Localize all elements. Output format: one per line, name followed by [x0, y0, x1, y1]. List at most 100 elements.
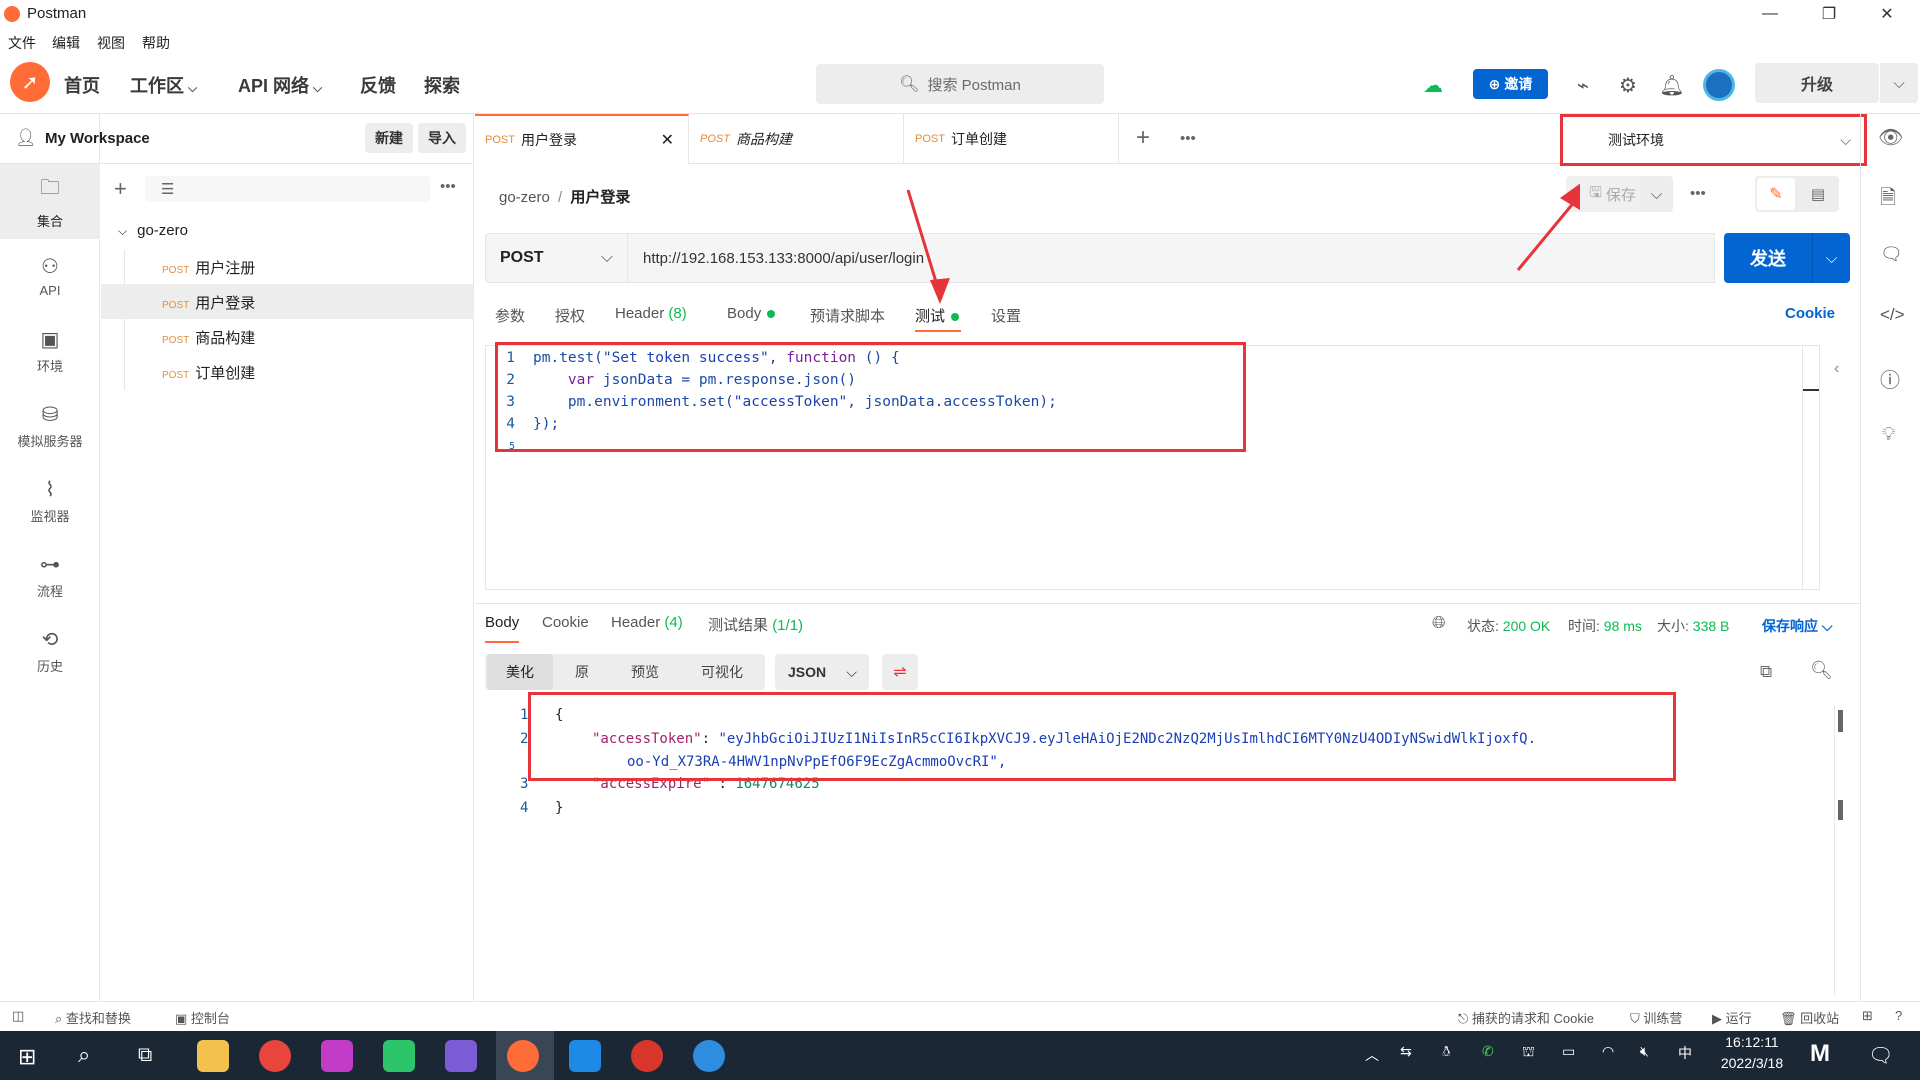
chrome-icon[interactable]	[259, 1040, 291, 1072]
send-button[interactable]: 发送	[1724, 233, 1812, 283]
response-scroll-thumb-lower[interactable]	[1838, 800, 1843, 820]
gear-icon[interactable]: ⚙	[1613, 70, 1643, 100]
tray-cat-icon[interactable]: ⛫	[1522, 1043, 1535, 1062]
close-window-icon[interactable]: ✕	[1864, 0, 1910, 28]
tab-product[interactable]: POST 商品构建	[690, 114, 904, 164]
intellij-icon[interactable]	[321, 1040, 353, 1072]
rail-history[interactable]: ⟲ 历史	[0, 613, 100, 688]
cookie-link[interactable]: Cookie	[1785, 305, 1835, 322]
browser-icon[interactable]	[693, 1040, 725, 1072]
menu-edit[interactable]: 编辑	[52, 33, 80, 53]
sync-cloud-icon[interactable]: ☁	[1418, 70, 1448, 100]
new-tab-icon[interactable]: +	[1136, 124, 1150, 152]
tab-params[interactable]: 参数	[495, 305, 525, 326]
nav-explore[interactable]: 探索	[424, 72, 460, 98]
nav-home[interactable]: 首页	[64, 72, 100, 98]
format-select[interactable]: JSON ⌵	[775, 654, 869, 690]
pycharm-icon[interactable]	[383, 1040, 415, 1072]
comments-icon[interactable]: 🗨	[1880, 244, 1903, 265]
breadcrumb-collection[interactable]: go-zero	[499, 189, 550, 206]
search-response-icon[interactable]: 🔍︎	[1810, 660, 1833, 681]
add-collection-icon[interactable]: +	[114, 176, 127, 202]
info-icon[interactable]: ⓘ	[1880, 364, 1900, 393]
wrap-lines-icon[interactable]: ⇌	[882, 654, 918, 690]
runner[interactable]: ▶ 运行	[1712, 1008, 1752, 1027]
notifications-icon[interactable]: 🗨︎	[1868, 1043, 1893, 1068]
bootcamp[interactable]: ⛉ 训练营	[1630, 1008, 1682, 1027]
clock-date[interactable]: 2022/3/18	[1709, 1055, 1795, 1071]
request-item-register[interactable]: POST 用户注册	[162, 257, 255, 278]
edit-pencil-icon[interactable]: ✎	[1757, 178, 1795, 210]
more-options-icon[interactable]: •••	[440, 178, 456, 195]
ime-logo-icon[interactable]: M	[1810, 1040, 1830, 1068]
nav-api-network[interactable]: API 网络 ⌵	[238, 72, 322, 98]
windows-start-icon[interactable]: ⊞	[18, 1044, 36, 1070]
help-icon[interactable]: ?	[1895, 1008, 1902, 1023]
tab-auth[interactable]: 授权	[555, 305, 585, 326]
task-view-icon[interactable]: ⧉	[138, 1044, 152, 1067]
tray-wechat-icon[interactable]: ✆	[1482, 1043, 1494, 1060]
wifi-icon[interactable]: ◠	[1602, 1043, 1614, 1060]
eye-icon[interactable]: 👁︎	[1878, 125, 1903, 150]
search-box[interactable]: 🔍︎ 搜索 Postman	[816, 64, 1104, 104]
file-explorer-icon[interactable]	[197, 1040, 229, 1072]
rail-monitor[interactable]: ⌇ 监视器	[0, 463, 100, 538]
comment-icon[interactable]: ▤	[1799, 178, 1837, 210]
request-item-order[interactable]: POST 订单创建	[162, 362, 255, 383]
postman-taskbar-icon[interactable]	[507, 1040, 539, 1072]
tab-body[interactable]: Body	[727, 305, 776, 322]
copy-icon[interactable]: ⧉	[1760, 662, 1772, 682]
collection-go-zero[interactable]: ⌵ go-zero	[118, 222, 188, 239]
rail-flows[interactable]: ⊶ 流程	[0, 538, 100, 613]
workspace-name[interactable]: My Workspace	[45, 130, 150, 147]
filter-input[interactable]: ☰	[145, 176, 430, 202]
nav-workspace[interactable]: 工作区 ⌵	[130, 72, 197, 98]
satellite-icon[interactable]: ⌁	[1568, 70, 1598, 100]
request-item-login[interactable]: POST 用户登录	[162, 292, 255, 313]
menu-file[interactable]: 文件	[8, 33, 36, 53]
clock-time[interactable]: 16:12:11	[1716, 1034, 1788, 1050]
view-raw[interactable]: 原	[553, 654, 611, 690]
capture-requests[interactable]: ⎋ 捕获的请求和 Cookie	[1458, 1008, 1594, 1027]
response-tab-test-results[interactable]: 测试结果 (1/1)	[708, 614, 803, 635]
invite-button[interactable]: ⊕ 邀请	[1473, 69, 1548, 99]
vm-icon[interactable]	[569, 1040, 601, 1072]
view-preview[interactable]: 预览	[611, 654, 679, 690]
globe-icon[interactable]: 🌐︎	[1432, 613, 1446, 633]
volume-muted-icon[interactable]: 🔇︎	[1640, 1043, 1649, 1060]
restore-icon[interactable]: ❐	[1806, 0, 1852, 28]
response-tab-body[interactable]: Body	[485, 614, 520, 643]
nav-feedback[interactable]: 反馈	[360, 72, 396, 98]
minimize-icon[interactable]: —	[1747, 0, 1793, 28]
view-pretty[interactable]: 美化	[487, 654, 553, 690]
menu-view[interactable]: 视图	[97, 33, 125, 53]
request-item-product[interactable]: POST 商品构建	[162, 327, 255, 348]
rail-collections[interactable]: 🗀 集合	[0, 164, 100, 239]
save-response-button[interactable]: 保存响应 ⌵	[1762, 616, 1833, 636]
import-button[interactable]: 导入	[418, 123, 466, 153]
bell-icon[interactable]: 🔔︎	[1657, 70, 1687, 100]
chevron-down-icon[interactable]: ⌵	[1880, 63, 1918, 103]
battery-icon[interactable]: ▭	[1562, 1043, 1575, 1060]
response-tab-headers[interactable]: Header (4)	[611, 614, 683, 631]
layout-icon[interactable]: ⊞	[1862, 1008, 1873, 1024]
chevron-down-icon[interactable]: ⌵	[1812, 233, 1850, 283]
rail-environment[interactable]: ▣ 环境	[0, 313, 100, 388]
tab-login[interactable]: POST 用户登录 ✕	[475, 114, 689, 164]
documentation-icon[interactable]: 🗎	[1880, 183, 1896, 217]
request-options-icon[interactable]: •••	[1690, 185, 1706, 202]
tab-headers[interactable]: Header (8)	[615, 305, 687, 322]
new-button[interactable]: 新建	[365, 123, 413, 153]
app-icon[interactable]	[631, 1040, 663, 1072]
tab-order[interactable]: POST 订单创建	[905, 114, 1119, 164]
avatar[interactable]	[1703, 69, 1735, 101]
editor-scroll-thumb[interactable]	[1803, 389, 1819, 391]
trash[interactable]: 🗑︎ 回收站	[1780, 1008, 1839, 1027]
rail-api[interactable]: ⚇ API	[0, 238, 100, 313]
tray-qq-icon[interactable]: 🐧︎	[1442, 1043, 1451, 1062]
tab-prerequest[interactable]: 预请求脚本	[810, 305, 885, 326]
ime-indicator[interactable]: 中	[1678, 1043, 1692, 1063]
rail-mock-server[interactable]: ⛁ 模拟服务器	[0, 388, 100, 463]
postman-home-logo-icon[interactable]: ➚	[10, 62, 50, 102]
console[interactable]: ▣ 控制台	[175, 1008, 230, 1027]
